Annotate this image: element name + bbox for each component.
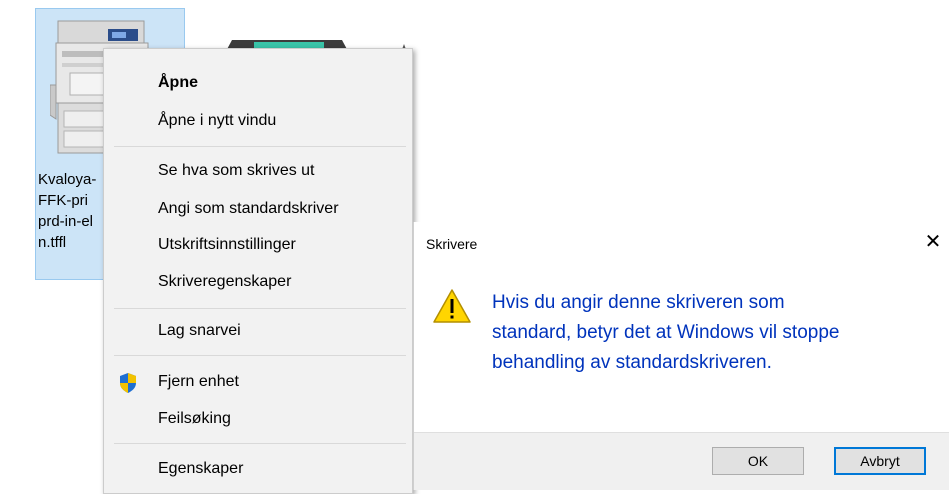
menu-item-remove-device[interactable]: Fjern enhet bbox=[104, 365, 412, 399]
dialog-title: Skrivere bbox=[426, 236, 478, 252]
ok-button[interactable]: OK bbox=[712, 447, 804, 475]
menu-item-label: Skriveregenskaper bbox=[158, 273, 292, 290]
message-line: Hvis du angir denne skriveren som bbox=[492, 292, 785, 313]
warning-icon bbox=[433, 289, 471, 323]
menu-item-open[interactable]: Åpne bbox=[104, 66, 412, 100]
uac-shield-icon bbox=[120, 373, 136, 393]
menu-separator bbox=[114, 146, 406, 147]
message-line: behandling av standardskriveren. bbox=[492, 352, 772, 373]
menu-item-create-shortcut[interactable]: Lag snarvei bbox=[104, 314, 412, 348]
menu-item-label: Utskriftsinnstillinger bbox=[158, 236, 296, 253]
menu-item-label: Feilsøking bbox=[158, 410, 231, 427]
menu-item-see-print-queue[interactable]: Se hva som skrives ut bbox=[104, 154, 412, 188]
menu-item-label: Se hva som skrives ut bbox=[158, 162, 315, 179]
close-icon[interactable]: ✕ bbox=[921, 230, 945, 254]
menu-item-label: Egenskaper bbox=[158, 460, 244, 477]
menu-item-set-default[interactable]: Angi som standardskriver bbox=[104, 192, 412, 226]
menu-item-troubleshoot[interactable]: Feilsøking bbox=[104, 402, 412, 436]
printers-dialog: Skrivere ✕ Hvis du angir denne skriveren… bbox=[413, 222, 949, 490]
menu-item-printer-properties[interactable]: Skriveregenskaper bbox=[104, 265, 412, 299]
menu-item-label: Angi som standardskriver bbox=[158, 200, 339, 217]
menu-item-label: Åpne i nytt vindu bbox=[158, 112, 277, 129]
cancel-button[interactable]: Avbryt bbox=[834, 447, 926, 475]
menu-separator bbox=[114, 355, 406, 356]
dialog-footer: OK Avbryt bbox=[414, 432, 949, 490]
menu-item-label: Fjern enhet bbox=[158, 373, 239, 390]
menu-separator bbox=[114, 308, 406, 309]
context-menu: Åpne Åpne i nytt vindu Se hva som skrive… bbox=[103, 48, 413, 494]
menu-item-open-new-window[interactable]: Åpne i nytt vindu bbox=[104, 104, 412, 138]
menu-item-properties[interactable]: Egenskaper bbox=[104, 452, 412, 486]
dialog-message: Hvis du angir denne skriveren som standa… bbox=[492, 288, 944, 378]
menu-item-label: Lag snarvei bbox=[158, 322, 241, 339]
message-line: standard, betyr det at Windows vil stopp… bbox=[492, 322, 840, 343]
menu-item-print-settings[interactable]: Utskriftsinnstillinger bbox=[104, 228, 412, 262]
menu-item-label: Åpne bbox=[158, 74, 198, 91]
menu-separator bbox=[114, 443, 406, 444]
